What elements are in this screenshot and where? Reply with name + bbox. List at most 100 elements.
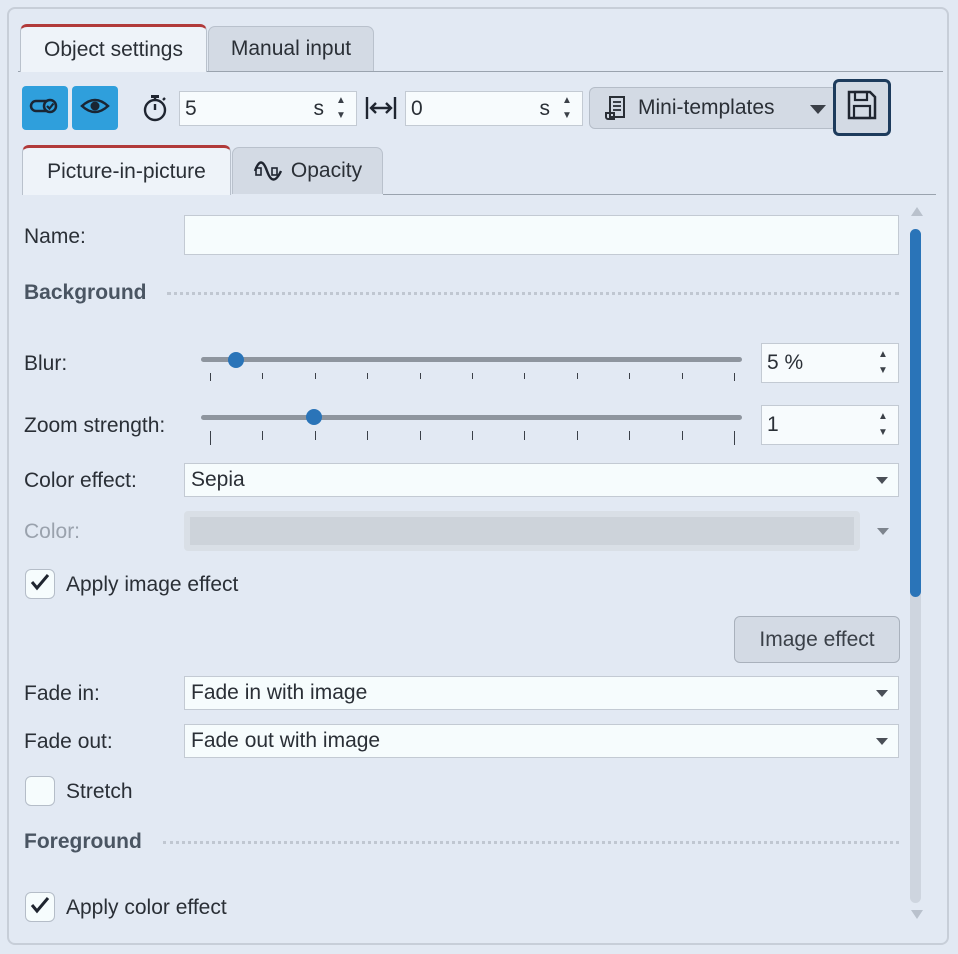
- toggle-icon: [29, 96, 61, 121]
- mini-templates-label: Mini-templates: [638, 96, 775, 119]
- slider-tick: [367, 373, 368, 379]
- chevron-up-icon[interactable]: ▲: [562, 96, 572, 106]
- tab-divider-left: [18, 71, 20, 72]
- stopwatch-icon: [140, 93, 170, 128]
- name-input[interactable]: [184, 215, 899, 255]
- slider-tick: [682, 373, 683, 379]
- chevron-up-icon[interactable]: ▲: [336, 96, 346, 106]
- zoom-strength-slider[interactable]: [201, 415, 742, 420]
- tab-label: Object settings: [44, 37, 183, 61]
- zoom-strength-input[interactable]: 1 ▲ ▼: [761, 405, 899, 445]
- duration-value: 5: [185, 96, 197, 120]
- slider-tick: [629, 373, 630, 379]
- duration-input[interactable]: 5 s ▲ ▼: [179, 91, 357, 126]
- image-effect-button[interactable]: Image effect: [734, 616, 900, 663]
- caret-down-icon: [876, 690, 888, 697]
- slider-tick: [734, 431, 735, 445]
- subtab-divider: [383, 194, 936, 195]
- name-label: Name:: [24, 225, 86, 248]
- offset-value: 0: [411, 96, 423, 120]
- section-divider: [167, 292, 899, 295]
- caret-down-icon: [876, 738, 888, 745]
- slider-tick: [577, 373, 578, 379]
- chevron-down-icon[interactable]: ▼: [562, 111, 572, 121]
- slider-tick: [734, 373, 735, 381]
- fade-in-select[interactable]: Fade in with image: [184, 676, 899, 710]
- stretch-checkbox[interactable]: [25, 776, 55, 806]
- duration-unit: s: [313, 96, 325, 120]
- foreground-heading: Foreground: [24, 830, 142, 853]
- toggle-object-button[interactable]: [22, 86, 68, 130]
- scroll-icon: [604, 95, 628, 121]
- blur-slider-thumb[interactable]: [228, 352, 244, 368]
- color-label: Color:: [24, 520, 81, 543]
- offset-input[interactable]: 0 s ▲ ▼: [405, 91, 583, 126]
- slider-tick: [315, 431, 316, 440]
- fade-in-value: Fade in with image: [191, 681, 368, 704]
- offset-stepper[interactable]: ▲ ▼: [562, 92, 576, 125]
- slider-tick: [262, 373, 263, 379]
- zoom-strength-label: Zoom strength:: [24, 414, 166, 437]
- tab-label: Picture-in-picture: [47, 159, 206, 183]
- slider-tick: [577, 431, 578, 440]
- tab-picture-in-picture[interactable]: Picture-in-picture: [22, 145, 231, 195]
- apply-image-effect-label: Apply image effect: [66, 573, 239, 596]
- visibility-button[interactable]: [72, 86, 118, 130]
- tab-manual-input[interactable]: Manual input: [208, 26, 374, 71]
- blur-label: Blur:: [24, 352, 68, 375]
- vertical-scrollbar[interactable]: [908, 205, 926, 921]
- scroll-up-icon[interactable]: [911, 207, 923, 216]
- apply-color-effect-checkbox[interactable]: [25, 892, 55, 922]
- zoom-stepper[interactable]: ▲ ▼: [878, 406, 892, 444]
- slider-tick: [315, 373, 316, 379]
- stretch-label: Stretch: [66, 780, 133, 803]
- blur-slider[interactable]: [201, 357, 742, 362]
- image-effect-label: Image effect: [759, 627, 875, 651]
- slider-tick: [629, 431, 630, 440]
- section-divider: [163, 841, 899, 844]
- offset-unit: s: [539, 96, 551, 120]
- fade-out-value: Fade out with image: [191, 729, 381, 752]
- tab-opacity[interactable]: Opacity: [232, 147, 383, 194]
- background-heading: Background: [24, 281, 147, 304]
- chevron-down-icon[interactable]: ▼: [878, 428, 888, 438]
- save-template-button[interactable]: [833, 79, 891, 136]
- chevron-up-icon[interactable]: ▲: [878, 412, 888, 422]
- apply-image-effect-checkbox[interactable]: [25, 569, 55, 599]
- zoom-value: 1: [767, 413, 779, 436]
- opacity-wave-icon: [253, 158, 283, 184]
- blur-input[interactable]: 5 % ▲ ▼: [761, 343, 899, 383]
- checkmark-icon: [30, 573, 50, 596]
- slider-tick: [472, 373, 473, 379]
- zoom-strength-slider-thumb[interactable]: [306, 409, 322, 425]
- slider-tick: [367, 431, 368, 440]
- color-effect-select[interactable]: Sepia: [184, 463, 899, 497]
- slider-tick: [262, 431, 263, 440]
- duration-stepper[interactable]: ▲ ▼: [336, 92, 350, 125]
- tab-object-settings[interactable]: Object settings: [20, 24, 207, 72]
- color-effect-label: Color effect:: [24, 469, 137, 492]
- slider-tick: [524, 373, 525, 379]
- scrollbar-thumb[interactable]: [910, 229, 921, 597]
- chevron-down-icon[interactable]: ▼: [878, 366, 888, 376]
- tab-label: Manual input: [230, 37, 352, 60]
- caret-down-icon: [810, 105, 826, 114]
- color-select: [184, 511, 860, 551]
- floppy-disk-icon: [846, 89, 878, 126]
- blur-value: 5 %: [767, 351, 804, 374]
- chevron-down-icon[interactable]: ▼: [336, 111, 346, 121]
- eye-icon: [80, 96, 110, 121]
- apply-color-effect-label: Apply color effect: [66, 896, 227, 919]
- mini-templates-button[interactable]: Mini-templates: [589, 87, 837, 129]
- fade-out-select[interactable]: Fade out with image: [184, 724, 899, 758]
- slider-tick: [472, 431, 473, 440]
- slider-tick: [420, 373, 421, 379]
- caret-down-icon: [877, 528, 889, 535]
- scroll-down-icon[interactable]: [911, 910, 923, 919]
- slider-tick: [420, 431, 421, 440]
- slider-tick: [210, 373, 211, 381]
- chevron-up-icon[interactable]: ▲: [878, 350, 888, 360]
- slider-tick: [682, 431, 683, 440]
- blur-stepper[interactable]: ▲ ▼: [878, 344, 892, 382]
- fade-in-label: Fade in:: [24, 682, 100, 705]
